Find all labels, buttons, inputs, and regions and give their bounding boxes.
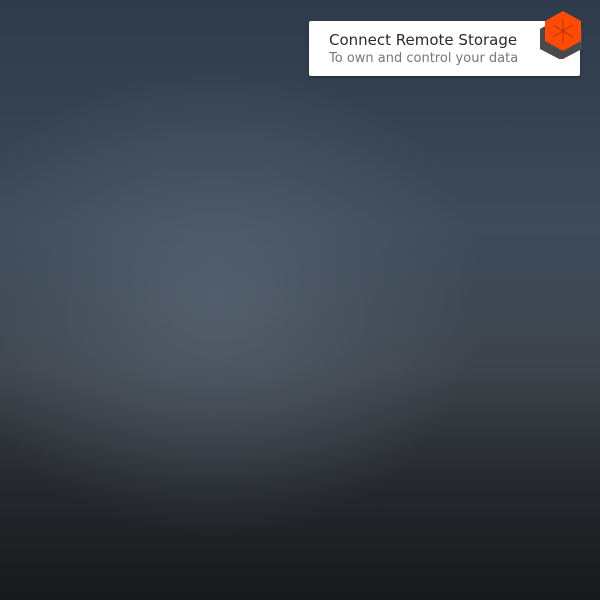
widget-subtitle: To own and control your data (329, 51, 519, 66)
app-background (0, 0, 600, 600)
remotestorage-cube-icon[interactable] (539, 9, 583, 59)
cube-logo-graphic (540, 11, 582, 59)
widget-title: Connect Remote Storage (329, 31, 518, 49)
